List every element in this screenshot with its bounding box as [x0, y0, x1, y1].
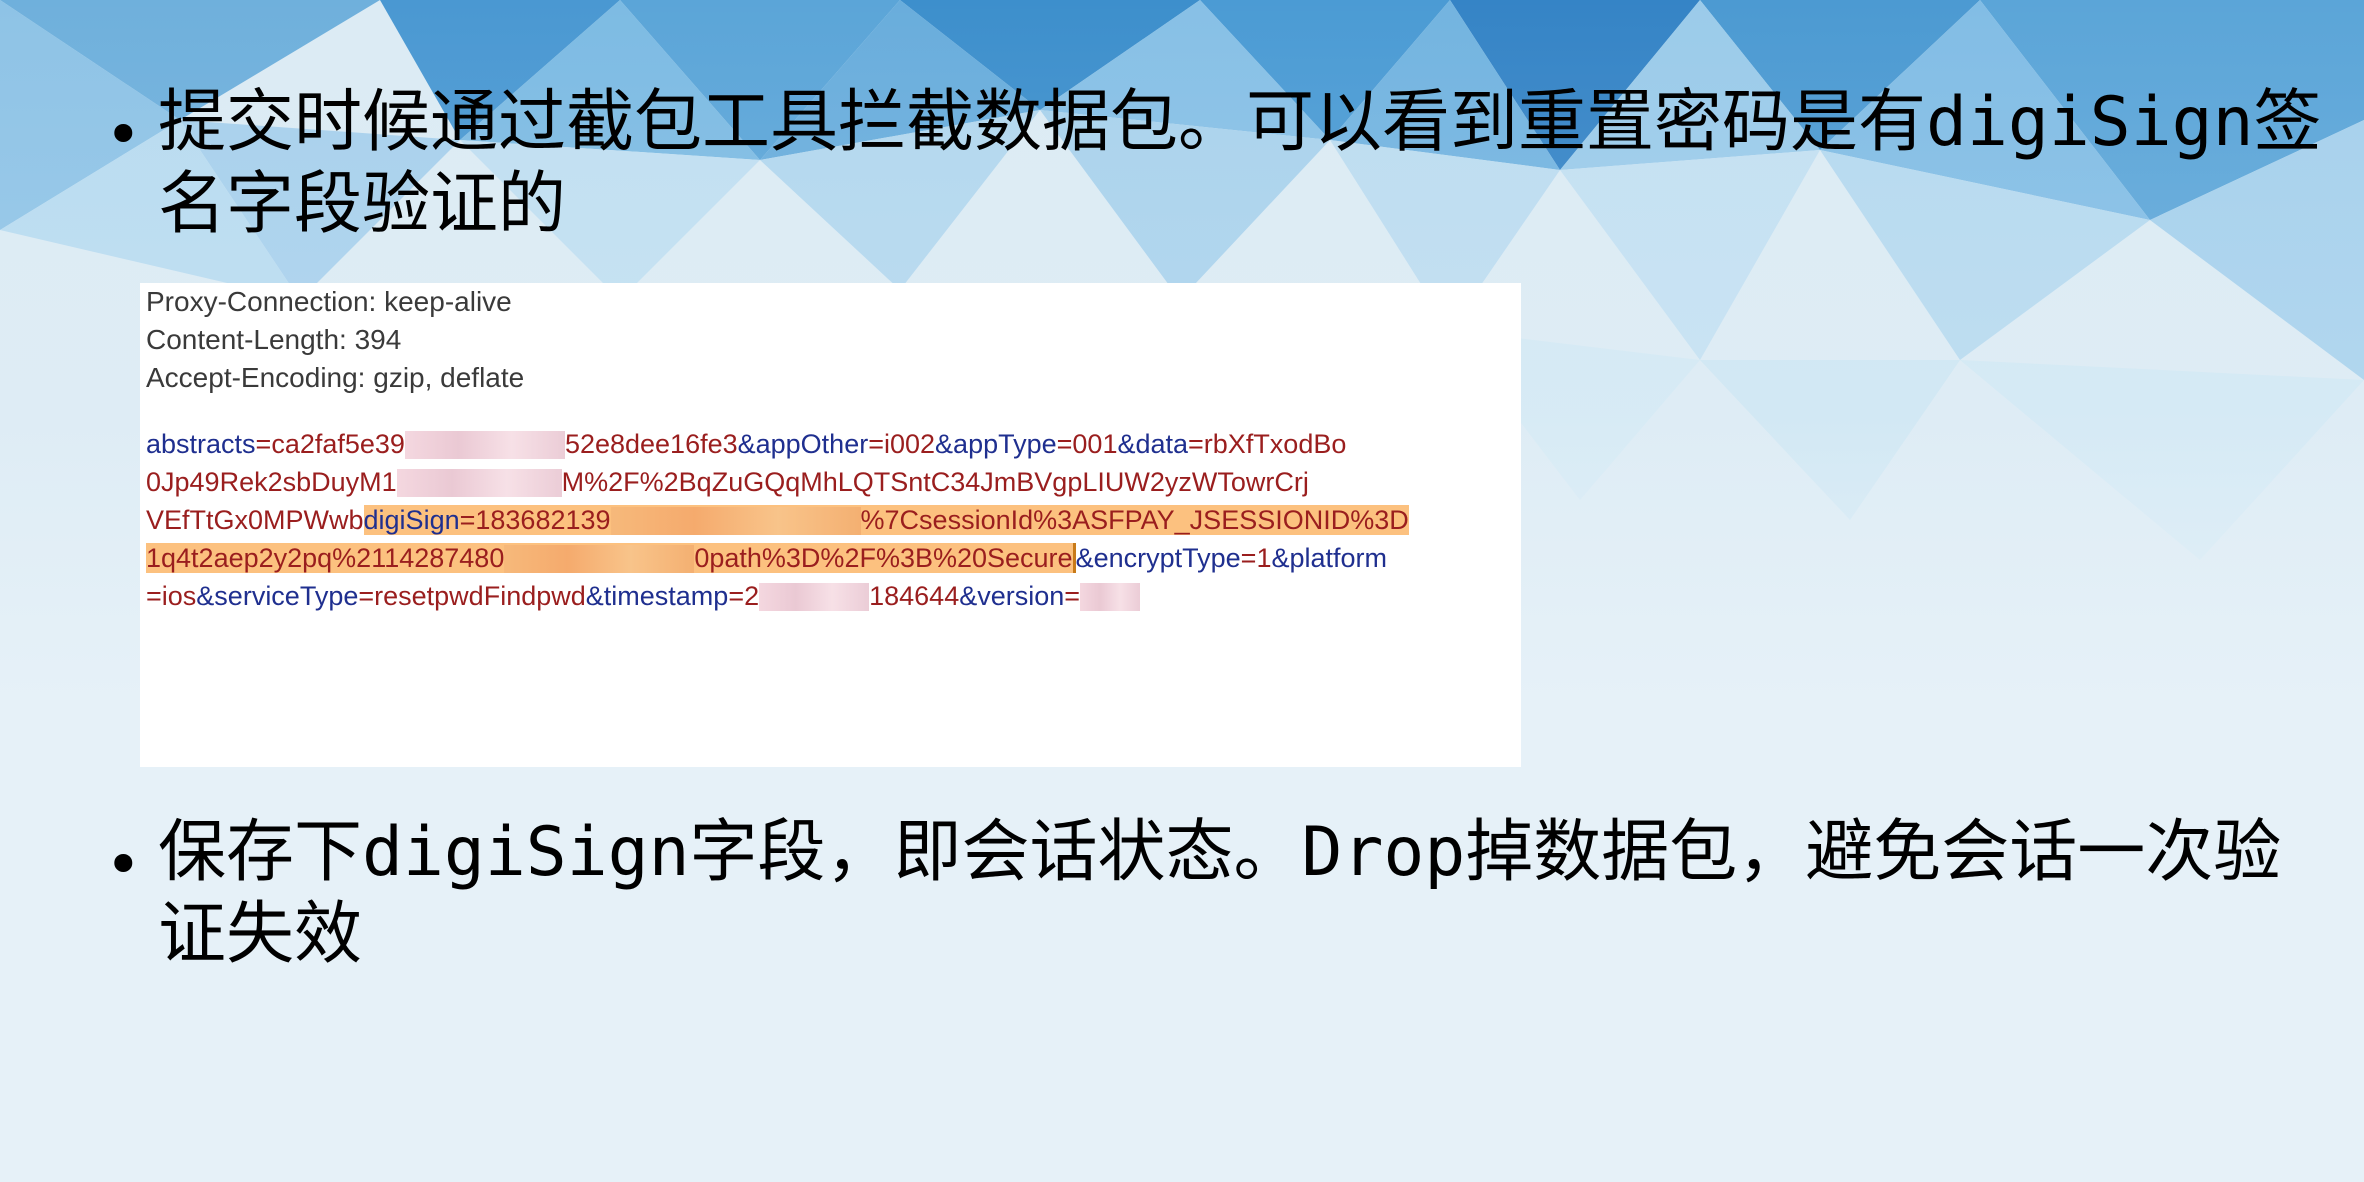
redacted-blur [1080, 583, 1141, 611]
param-name: &platform [1271, 543, 1388, 573]
body-line-3: VEfTtGx0MPWwbdigiSign=183682139 %7Csessio… [146, 501, 1516, 539]
redacted-blur [759, 583, 870, 611]
body-line-2: 0Jp49Rek2sbDuyM1 M%2F%2BqZuGQqMhLQTSntC34… [146, 463, 1516, 501]
param-value: 0path%3D%2F%3B%20Secure [694, 543, 1073, 573]
param-name: &timestamp [585, 581, 729, 611]
param-value: =001 [1056, 429, 1118, 459]
param-value: VEfTtGx0MPWwb [146, 505, 364, 535]
digisign-highlight: 1q4t2aep2y2pq%2114287480 0path%3D%2F%3B%2… [146, 543, 1073, 573]
param-value: 184644 [869, 581, 960, 611]
header-line: Content-Length: 394 [146, 324, 402, 355]
param-value: =resetpwdFindpwd [358, 581, 586, 611]
param-value: =183682139 [459, 505, 611, 535]
param-value: 0Jp49Rek2sbDuyM1 [146, 467, 397, 497]
bullet-dot: • [105, 828, 142, 901]
param-name: &appOther [737, 429, 869, 459]
param-name: &appType [935, 429, 1057, 459]
header-line: Accept-Encoding: gzip, deflate [146, 362, 525, 393]
header-line: Proxy-Connection: keep-alive [146, 286, 512, 317]
request-screenshot: Proxy-Connection: keep-alive Content-Len… [140, 283, 1521, 767]
param-value: =i002 [868, 429, 936, 459]
param-value: M%2F%2BqZuGQqMhLQTSntC34JmBVgpLIUW2yzWTo… [561, 467, 1309, 497]
redacted-blur [504, 545, 695, 573]
param-name: abstracts [146, 429, 256, 459]
redacted-blur [610, 507, 861, 535]
request-body: abstracts=ca2faf5e39 52e8dee16fe3&appOthe… [146, 425, 1516, 615]
param-value: =ios [146, 581, 197, 611]
param-value: =1 [1240, 543, 1272, 573]
digisign-highlight: digiSign=183682139 %7CsessionId%3ASFPAY_J… [363, 505, 1409, 535]
redacted-blur [396, 469, 562, 497]
bullet-text-1: 提交时候通过截包工具拦截数据包。可以看到重置密码是有digiSign签名字段验证… [158, 83, 2322, 244]
param-name: digiSign [363, 505, 460, 535]
param-value: 1q4t2aep2y2pq%2114287480 [146, 543, 505, 573]
request-headers: Proxy-Connection: keep-alive Content-Len… [146, 283, 524, 397]
body-line-1: abstracts=ca2faf5e39 52e8dee16fe3&appOthe… [146, 425, 1516, 463]
param-value: =rbXfTxodBo [1188, 429, 1347, 459]
param-name: &serviceType [196, 581, 359, 611]
param-value: =ca2faf5e39 [255, 429, 405, 459]
bullet-dot: • [105, 98, 142, 171]
param-name: &version [959, 581, 1065, 611]
body-line-5: =ios&serviceType=resetpwdFindpwd&timesta… [146, 577, 1516, 615]
param-value: = [1064, 581, 1081, 611]
param-name: &data [1117, 429, 1189, 459]
param-name: &encryptType [1075, 543, 1241, 573]
param-value: %7CsessionId%3ASFPAY_JSESSIONID%3D [860, 505, 1409, 535]
body-line-4: 1q4t2aep2y2pq%2114287480 0path%3D%2F%3B%2… [146, 539, 1516, 577]
param-value: 52e8dee16fe3 [564, 429, 738, 459]
redacted-blur [404, 431, 565, 459]
param-value: =2 [728, 581, 760, 611]
bullet-text-2: 保存下digiSign字段，即会话状态。Drop掉数据包，避免会话一次验证失效 [158, 813, 2282, 974]
